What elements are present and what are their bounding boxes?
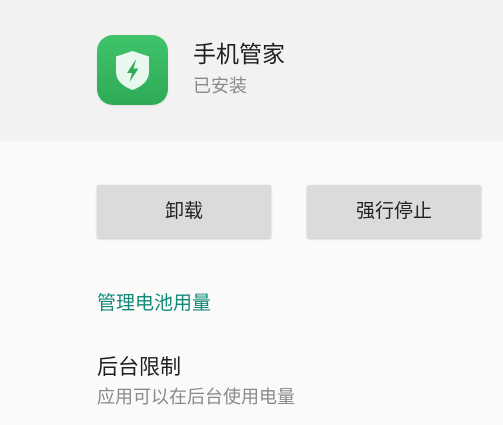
background-restriction-summary: 应用可以在后台使用电量: [97, 387, 295, 408]
background-restriction-item[interactable]: 后台限制 应用可以在后台使用电量: [97, 350, 503, 425]
app-install-status: 已安装: [193, 76, 247, 97]
app-icon: [97, 35, 168, 105]
manage-battery-usage-link[interactable]: 管理电池用量: [97, 289, 211, 317]
force-stop-button[interactable]: 强行停止: [307, 185, 481, 238]
shield-lightning-icon: [116, 51, 149, 90]
uninstall-button[interactable]: 卸载: [97, 185, 271, 238]
app-header: 手机管家 已安装: [0, 0, 503, 141]
background-restriction-title: 后台限制: [97, 355, 181, 379]
app-name: 手机管家: [193, 42, 285, 68]
